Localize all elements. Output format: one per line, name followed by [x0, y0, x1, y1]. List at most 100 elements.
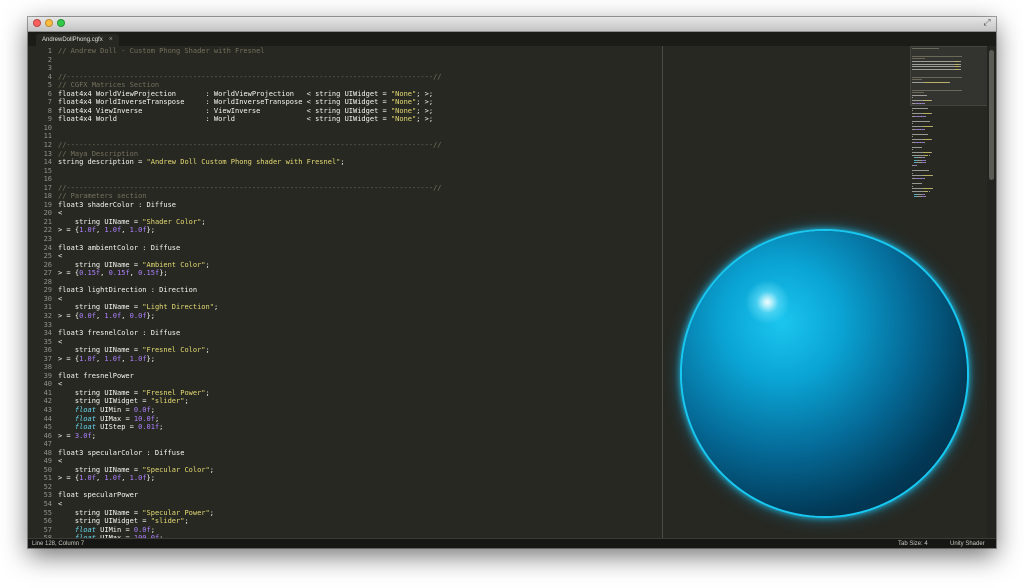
- minimap-stroke: [923, 128, 925, 130]
- minimap-stroke: [923, 139, 932, 140]
- code-token: float3 specularColor : Diffuse: [58, 448, 185, 457]
- code-line: string UIName = "Specular Power";: [58, 509, 658, 518]
- code-token: "Fresnel Power": [142, 388, 206, 397]
- tab-bar: AndrewDollPhong.cgfx ×: [28, 32, 996, 46]
- code-token: // CGFX Matrices Section: [58, 81, 160, 90]
- line-number: 43: [43, 405, 52, 414]
- fullscreen-icon[interactable]: ⤢: [982, 18, 992, 28]
- code-line: ​: [58, 132, 658, 141]
- zoom-icon[interactable]: [57, 19, 65, 27]
- code-token: "Andrew Doll Custom Phong shader with Fr…: [146, 158, 341, 167]
- code-editor[interactable]: 1 2 3 4 5 6 7 8 9 10 11 12 13 14 15 16 17 18 19 20 21 22 23 24 2…: [28, 46, 662, 538]
- close-icon[interactable]: [33, 19, 41, 27]
- code-token: ;: [205, 346, 210, 355]
- code-line: float3 fresnelColor : Diffuse: [58, 329, 658, 338]
- code-token: float: [74, 405, 96, 414]
- code-token: string UIWidget =: [58, 517, 151, 526]
- code-line: <: [58, 457, 658, 466]
- tab-size-selector[interactable]: Tab Size: 4: [898, 539, 928, 548]
- code-line: string UIName = "Fresnel Color";: [58, 346, 658, 355]
- code-token: //--------------------------------------…: [58, 141, 442, 150]
- minimap-stroke: [924, 159, 926, 161]
- code-token: "Specular Power": [142, 508, 210, 517]
- code-line: <: [58, 209, 658, 218]
- line-number: 6: [47, 89, 52, 98]
- minimap-stroke: [912, 113, 923, 114]
- code-line: float fresnelPower: [58, 372, 658, 381]
- code-token: "None": [390, 98, 417, 107]
- syntax-selector[interactable]: Unity Shader: [950, 539, 985, 548]
- code-line: > = {0.15f, 0.15f, 0.15f};: [58, 269, 658, 278]
- code-token: float3 fresnelColor : Diffuse: [58, 329, 181, 338]
- code-token: // Maya Description: [58, 149, 139, 158]
- line-number-gutter: 1 2 3 4 5 6 7 8 9 10 11 12 13 14 15 16 17 18 19 20 21 22 23 24 2…: [28, 46, 52, 538]
- line-number: 20: [43, 209, 52, 218]
- code-line: // Parameters section: [58, 192, 658, 201]
- minimap-stroke: [924, 157, 926, 159]
- code-token: 0.0f: [133, 405, 151, 414]
- minimap-stroke: [912, 133, 928, 135]
- code-token: float: [74, 525, 96, 534]
- line-number: 32: [43, 311, 52, 320]
- code-line: float4x4 WorldInverseTranspose : WorldIn…: [58, 98, 658, 107]
- vertical-scrollbar[interactable]: [987, 46, 996, 538]
- minimap-stroke: [931, 188, 933, 190]
- minimap-stroke: [912, 154, 925, 156]
- line-number: 38: [43, 363, 52, 372]
- minimize-icon[interactable]: [45, 19, 53, 27]
- code-token: 0.15f: [79, 269, 101, 278]
- code-line: float4x4 World : World < string UIWidget…: [58, 115, 658, 124]
- code-token: string UIName =: [58, 217, 143, 226]
- line-number: 10: [43, 123, 52, 132]
- code-token: > = {: [58, 311, 80, 320]
- code-line: float3 lightDirection : Direction: [58, 286, 658, 295]
- code-line: ​: [58, 278, 658, 287]
- code-line: <: [58, 338, 658, 347]
- line-number: 47: [43, 440, 52, 449]
- line-number: 40: [43, 380, 52, 389]
- line-number: 41: [43, 388, 52, 397]
- code-line: <: [58, 252, 658, 261]
- minimap-viewport-indicator[interactable]: [910, 46, 988, 106]
- code-line: <: [58, 295, 658, 304]
- code-line: > = {1.0f, 1.0f, 1.0f};: [58, 226, 658, 235]
- editor-window: ⤢ AndrewDollPhong.cgfx × 1 2 3 4 5 6 7 8 9 10 11 12…: [28, 17, 996, 548]
- code-token: // Parameters section: [58, 192, 147, 201]
- line-number: 22: [43, 226, 52, 235]
- tab-andrewdollphong[interactable]: AndrewDollPhong.cgfx ×: [36, 34, 119, 46]
- line-number: 8: [47, 106, 52, 115]
- code-token: "Specular Color": [142, 465, 210, 474]
- code-token: //--------------------------------------…: [58, 72, 442, 81]
- code-token: ;: [184, 517, 189, 526]
- tab-close-icon[interactable]: ×: [109, 34, 113, 46]
- code-token: ;: [209, 465, 214, 474]
- code-line: string UIWidget = "slider";: [58, 517, 658, 526]
- code-line: // Andrew Doll - Custom Phong Shader wit…: [58, 47, 658, 56]
- code-token: //--------------------------------------…: [58, 183, 442, 192]
- line-number: 9: [47, 115, 52, 124]
- code-line: string UIName = "Ambient Color";: [58, 261, 658, 270]
- code-token: "None": [390, 106, 417, 115]
- code-line: ​: [58, 440, 658, 449]
- code-line: > = 3.0f;: [58, 432, 658, 441]
- minimap-stroke: [912, 170, 929, 172]
- minimap-stroke: [923, 141, 925, 143]
- code-token: string UIWidget =: [58, 397, 151, 406]
- code-line: string UIName = "Specular Color";: [58, 466, 658, 475]
- minimap-stroke: [912, 149, 913, 151]
- minimap-stroke: [931, 113, 933, 114]
- line-number: 33: [43, 320, 52, 329]
- scrollbar-thumb[interactable]: [989, 50, 994, 180]
- code-line: string description = "Andrew Doll Custom…: [58, 158, 658, 167]
- code-area[interactable]: // Andrew Doll - Custom Phong Shader wit…: [58, 46, 658, 538]
- line-number: 42: [43, 397, 52, 406]
- code-token: "None": [390, 115, 417, 124]
- code-line: > = {0.0f, 1.0f, 0.0f};: [58, 312, 658, 321]
- code-line: ​: [58, 124, 658, 133]
- line-number: 45: [43, 423, 52, 432]
- minimap-stroke: [923, 113, 932, 114]
- line-number: 35: [43, 337, 52, 346]
- code-token: <: [58, 294, 63, 303]
- code-token: <: [58, 499, 63, 508]
- minimap-stroke: [924, 193, 926, 195]
